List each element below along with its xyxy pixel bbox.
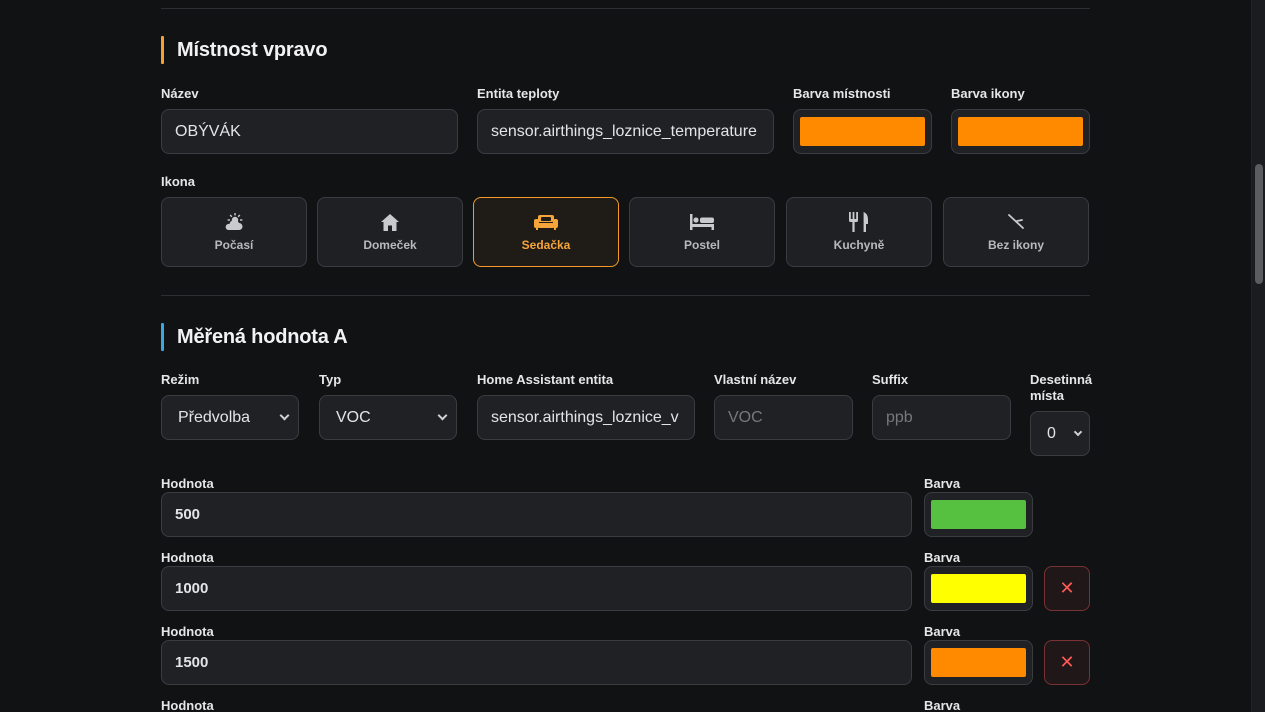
threshold-color-picker[interactable] [924,640,1033,685]
icon-option-kitchen[interactable]: Kuchyně [786,197,932,267]
threshold-color-label: Barva [924,550,961,565]
bed-icon [690,212,714,232]
icon-option-sofa[interactable]: Sedačka [473,197,619,267]
name-input[interactable]: OBÝVÁK [161,109,458,154]
entity-label: Home Assistant entita [477,372,614,387]
page-scrollbar[interactable] [1251,0,1265,712]
threshold-value-input[interactable]: 500 [161,492,912,537]
decimals-label-line1: Desetinná [1030,372,1093,387]
icon-option-label: Bez ikony [987,238,1044,252]
icon-option-label: Postel [683,238,720,252]
threshold-value-input[interactable]: 1000 [161,566,912,611]
decimals-select[interactable]: 0 [1030,411,1090,456]
room-color-label: Barva místnosti [793,86,891,101]
threshold-value-label: Hodnota [161,550,214,565]
type-select[interactable]: VOC [319,395,457,440]
entity-input[interactable]: sensor.airthings_loznice_v [477,395,695,440]
icon-option-label: Sedačka [521,238,571,252]
threshold-value-input[interactable]: 1500 [161,640,912,685]
no-icon-icon [1006,212,1026,232]
room-accent-bar [161,36,164,64]
threshold-value-label: Hodnota [161,624,214,639]
icon-option-none[interactable]: Bez ikony [943,197,1089,267]
threshold-color-picker[interactable] [924,492,1033,537]
threshold-color-label: Barva [924,698,961,712]
icon-option-label: Počasí [214,238,254,252]
decimals-select-value: 0 [1047,424,1056,442]
icon-option-weather[interactable]: Počasí [161,197,307,267]
temp-entity-label: Entita teploty [477,86,560,101]
threshold-value-label: Hodnota [161,476,214,491]
threshold-color-label: Barva [924,624,961,639]
temp-entity-input[interactable]: sensor.airthings_loznice_temperature [477,109,774,154]
icon-option-label: Kuchyně [833,238,885,252]
remove-threshold-button[interactable]: ✕ [1044,566,1090,611]
type-select-value: VOC [336,408,371,426]
room-section-title: Místnost vpravo [161,36,328,64]
chevron-down-icon [1073,427,1083,436]
mode-select-value: Předvolba [178,408,251,426]
chevron-down-icon [279,410,290,421]
icon-option-home[interactable]: Domeček [317,197,463,267]
suffix-input[interactable]: ppb [872,395,1011,440]
threshold-color-swatch [931,500,1026,529]
decimals-label-line2: místa [1030,388,1064,403]
sofa-icon [534,212,558,232]
room-color-swatch [800,117,925,146]
room-title-text: Místnost vpravo [177,38,328,61]
measure-title-text: Měřená hodnota A [177,325,348,348]
icon-option-bed[interactable]: Postel [629,197,775,267]
measure-accent-bar [161,323,164,351]
icon-color-swatch [958,117,1083,146]
close-icon: ✕ [1059,578,1075,598]
custom-name-label: Vlastní název [714,372,797,387]
close-icon: ✕ [1059,652,1075,672]
room-color-picker[interactable] [793,109,932,154]
suffix-label: Suffix [872,372,909,387]
threshold-color-swatch [931,648,1026,677]
threshold-color-swatch [931,574,1026,603]
weather-icon [223,212,245,232]
custom-name-input[interactable]: VOC [714,395,853,440]
threshold-color-picker[interactable] [924,566,1033,611]
measure-section-title: Měřená hodnota A [161,323,348,351]
icon-label: Ikona [161,174,195,189]
home-icon [381,212,399,232]
remove-threshold-button[interactable]: ✕ [1044,640,1090,685]
decimals-label: Desetinná místa [1030,372,1092,404]
icon-option-label: Domeček [363,238,417,252]
icon-color-picker[interactable] [951,109,1090,154]
fork-knife-icon [849,212,869,232]
mode-label: Režim [161,372,200,387]
icon-color-label: Barva ikony [951,86,1025,101]
chevron-down-icon [437,410,448,421]
name-label: Název [161,86,199,101]
threshold-value-label: Hodnota [161,698,214,712]
threshold-color-label: Barva [924,476,961,491]
section-divider [161,295,1090,296]
mode-select[interactable]: Předvolba [161,395,299,440]
type-label: Typ [319,372,342,387]
top-divider [161,8,1090,9]
scrollbar-thumb[interactable] [1255,164,1263,284]
